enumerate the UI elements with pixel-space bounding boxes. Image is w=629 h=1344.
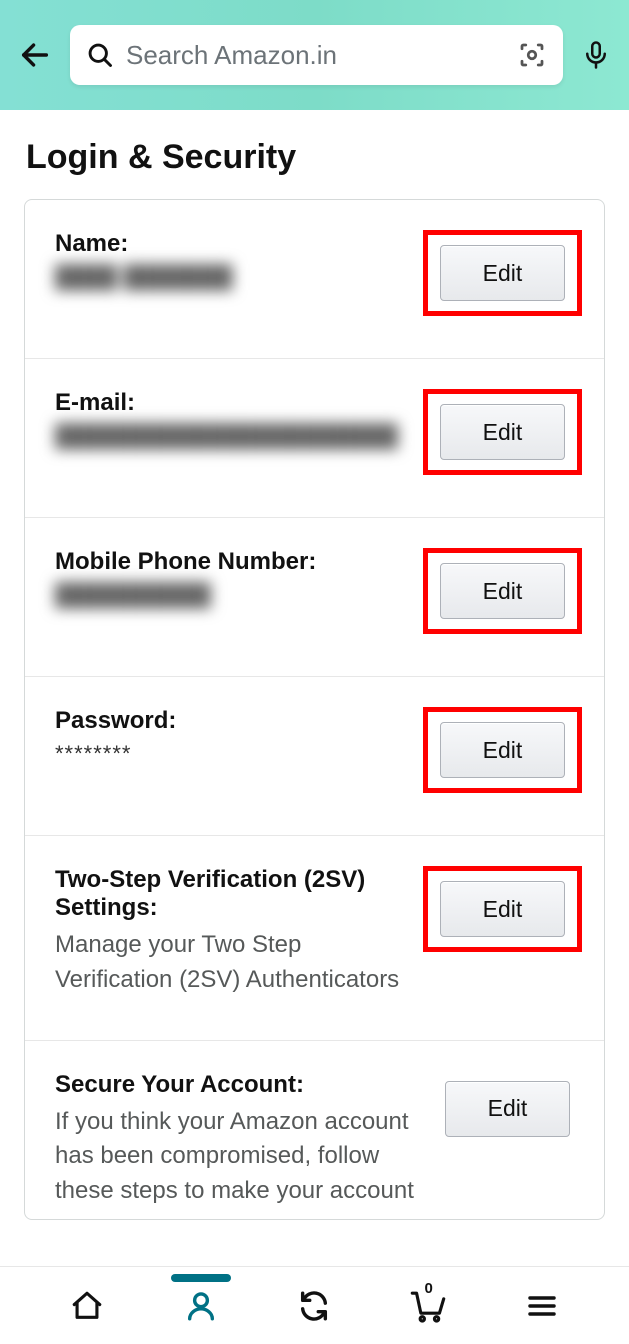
bottom-nav: 0 [0,1266,629,1344]
name-value: ████ ███████ [55,264,413,290]
secure-desc: If you think your Amazon account has bee… [55,1105,423,1209]
app-header: Search Amazon.in [0,0,629,110]
search-icon [86,41,114,69]
secure-label: Secure Your Account: [55,1071,423,1099]
row-secure: Secure Your Account: If you think your A… [25,1041,604,1219]
twostep-label: Two-Step Verification (2SV) Settings: [55,866,413,922]
nav-home[interactable] [67,1286,107,1326]
back-button[interactable] [18,38,52,72]
edit-name-button[interactable]: Edit [440,245,565,301]
edit-password-button[interactable]: Edit [440,722,565,778]
refresh-icon [297,1289,331,1323]
nav-active-indicator [171,1274,231,1282]
email-label: E-mail: [55,389,413,417]
highlight-name: Edit [423,230,582,316]
edit-twostep-button[interactable]: Edit [440,881,565,937]
name-label: Name: [55,230,413,258]
nav-account[interactable] [181,1286,221,1326]
microphone-icon [581,38,611,72]
phone-value: ██████████ [55,582,413,608]
voice-search-button[interactable] [581,38,611,72]
password-label: Password: [55,707,413,735]
row-phone: Mobile Phone Number: ██████████ Edit [25,518,604,677]
email-value: ██████████████████████ [55,423,413,449]
search-placeholder: Search Amazon.in [126,40,505,71]
search-input[interactable]: Search Amazon.in [70,25,563,85]
highlight-password: Edit [423,707,582,793]
edit-phone-button[interactable]: Edit [440,563,565,619]
nav-refresh[interactable] [294,1286,334,1326]
nav-cart[interactable]: 0 [408,1286,448,1326]
camera-scan-icon[interactable] [517,40,547,70]
highlight-twostep: Edit [423,866,582,952]
highlight-phone: Edit [423,548,582,634]
row-name: Name: ████ ███████ Edit [25,200,604,359]
page-title: Login & Security [0,110,629,199]
phone-label: Mobile Phone Number: [55,548,413,576]
hamburger-icon [526,1290,558,1322]
row-email: E-mail: ██████████████████████ Edit [25,359,604,518]
settings-card: Name: ████ ███████ Edit E-mail: ████████… [24,199,605,1220]
home-icon [70,1289,104,1323]
highlight-email: Edit [423,389,582,475]
twostep-desc: Manage your Two Step Verification (2SV) … [55,928,413,998]
arrow-left-icon [18,38,52,72]
password-value: ******** [55,741,413,767]
cart-count: 0 [425,1280,433,1297]
user-icon [184,1289,218,1323]
row-password: Password: ******** Edit [25,677,604,836]
row-twostep: Two-Step Verification (2SV) Settings: Ma… [25,836,604,1041]
edit-email-button[interactable]: Edit [440,404,565,460]
edit-secure-button[interactable]: Edit [445,1081,570,1137]
nav-menu[interactable] [522,1286,562,1326]
